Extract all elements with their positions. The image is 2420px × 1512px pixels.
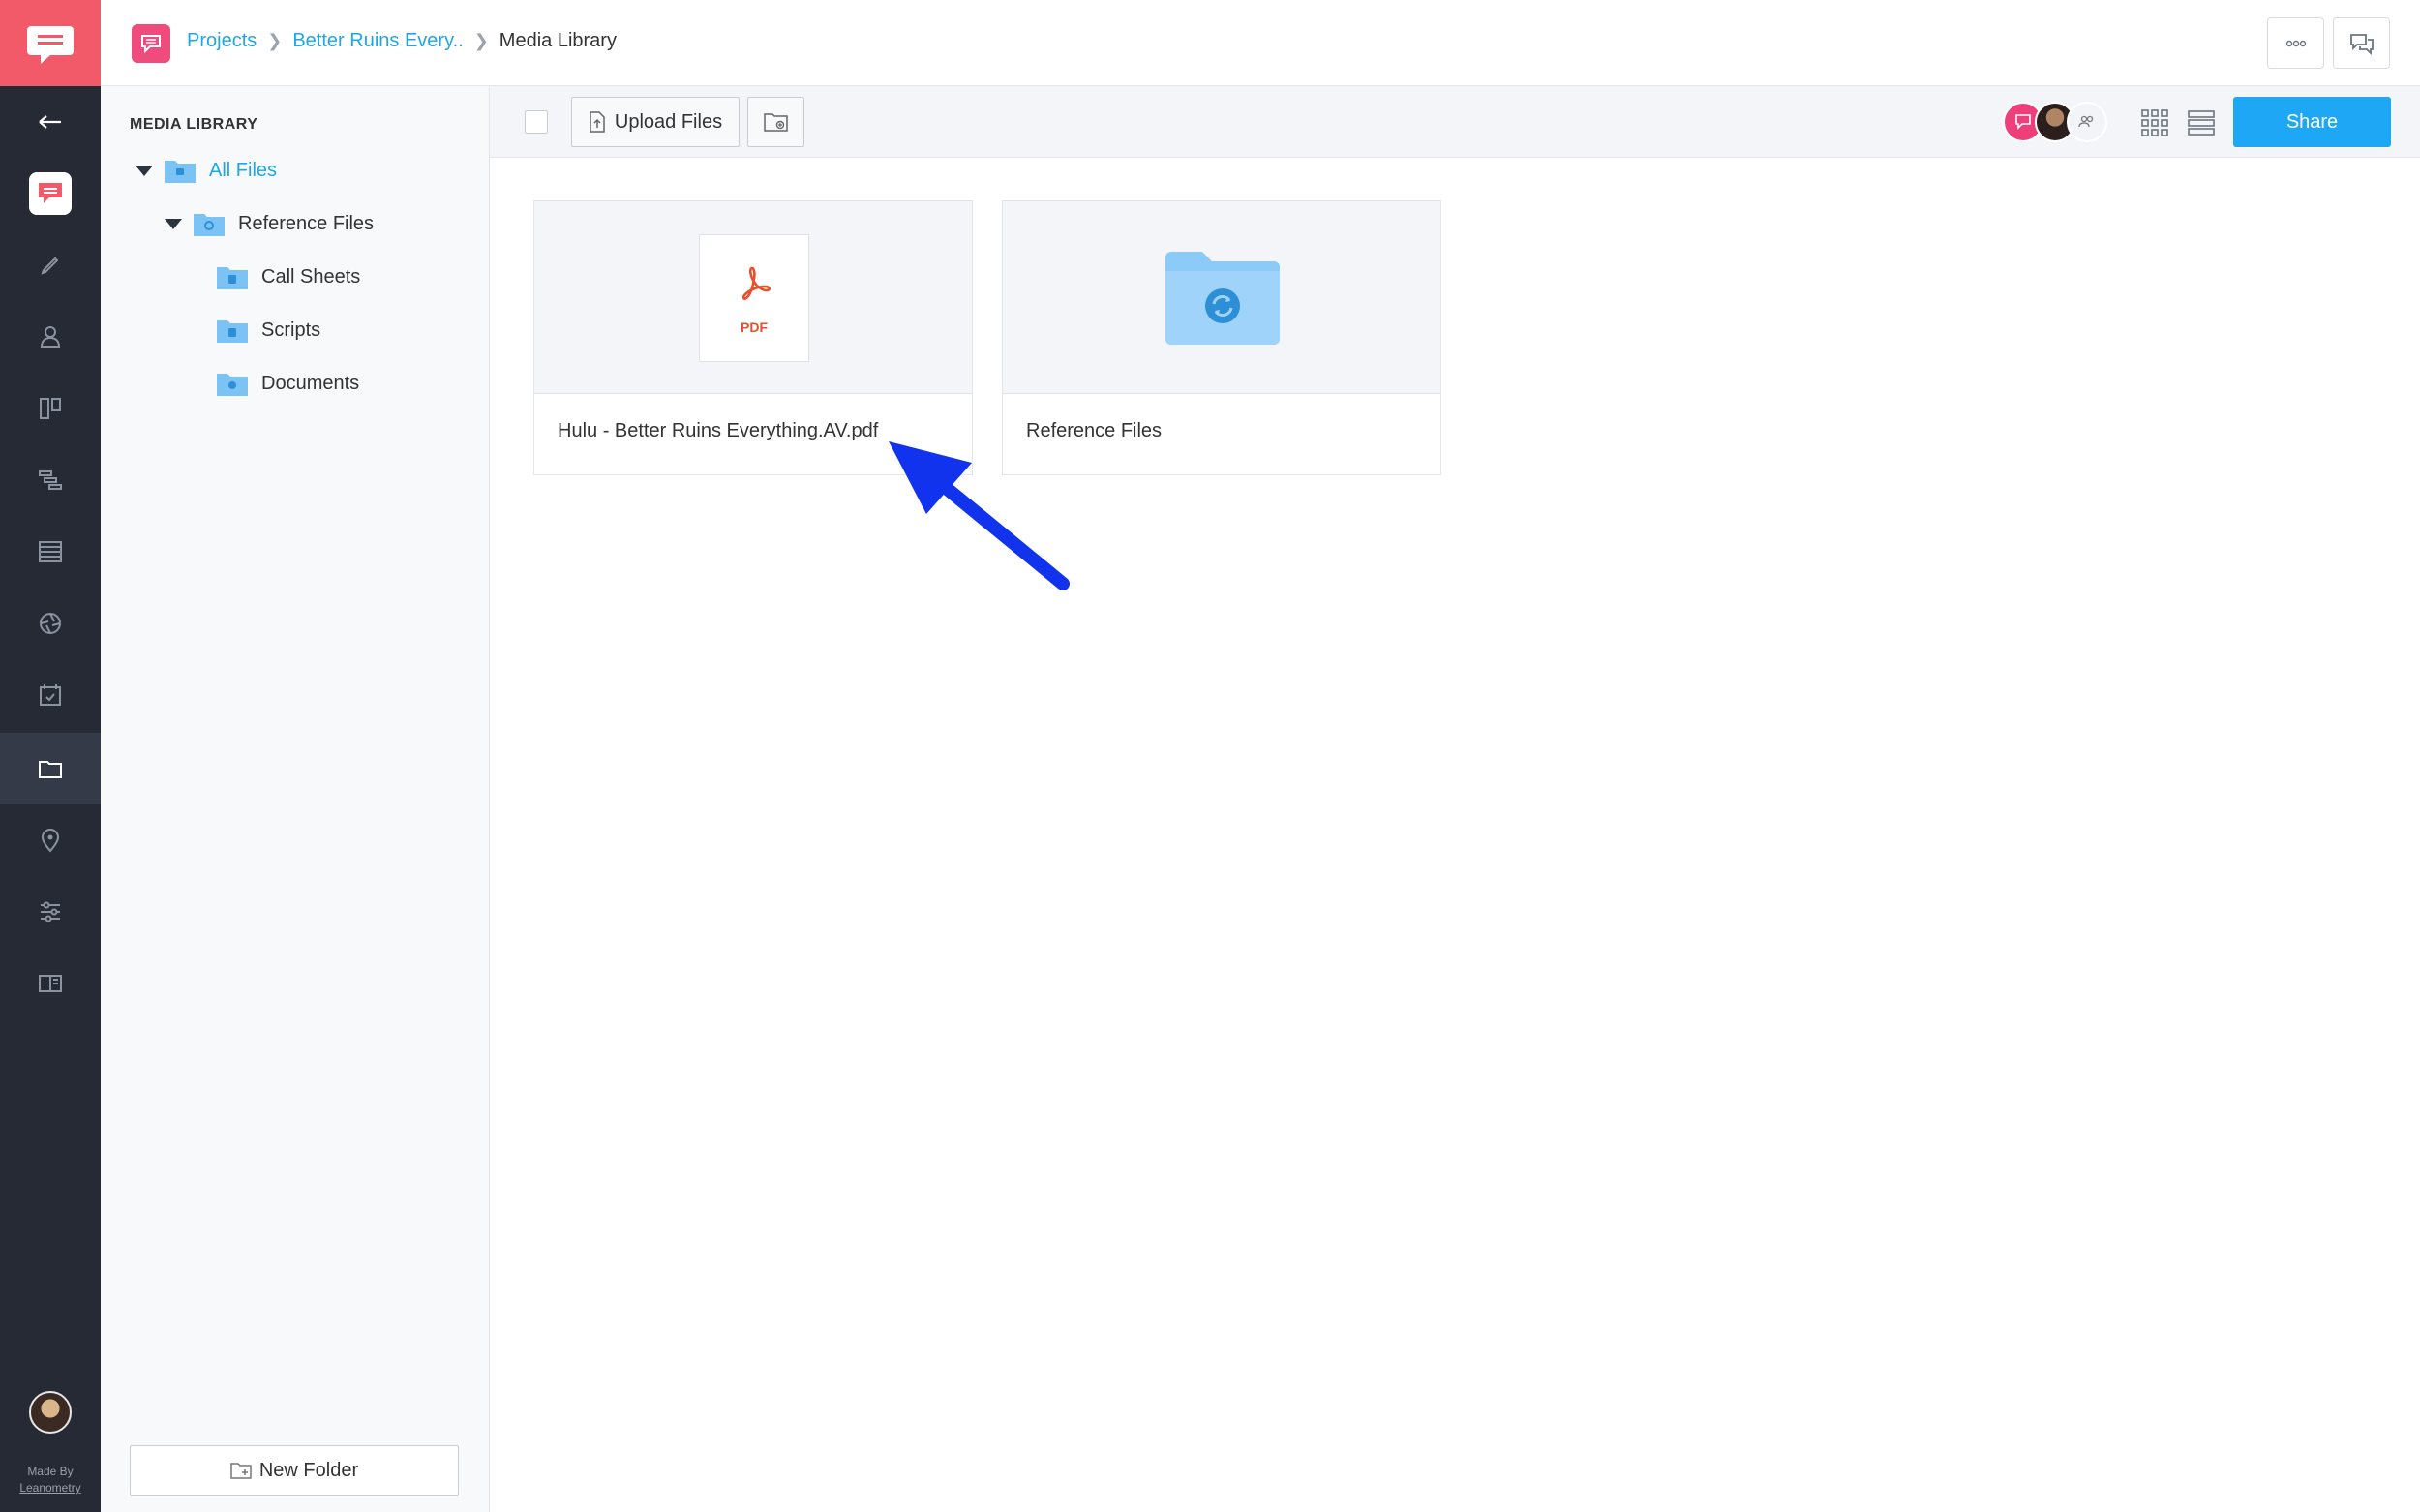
nav-board[interactable] [0,373,101,444]
new-folder-label: New Folder [258,1459,359,1481]
folder-plus-icon [230,1463,252,1479]
tree-item-label: Call Sheets [261,265,361,287]
nav-contacts[interactable] [0,301,101,373]
made-by-credit: Made By Leanometry [0,1464,101,1497]
tree-item-label: Scripts [261,318,321,341]
folder-name[interactable]: Reference Files [1026,420,1162,442]
made-by-label: Made By [27,1465,74,1478]
project-icon[interactable] [132,24,170,63]
tree-item-call-sheets[interactable]: Call Sheets [217,264,360,289]
timeline-icon [39,470,62,490]
nav-calendar[interactable] [0,659,101,731]
board-icon [40,398,61,419]
folder-icon [217,267,248,289]
folder-thumbnail [1003,201,1440,394]
users-icon [2078,115,2094,128]
location-pin-icon [41,829,60,853]
sidebar-title: MEDIA LIBRARY [130,116,258,133]
add-folder-button[interactable] [747,97,804,147]
collaborators-button[interactable] [2067,102,2107,142]
upload-files-button[interactable]: Upload Files [571,97,740,147]
tree-item-reference-files[interactable]: Reference Files [165,211,374,236]
folder-icon [217,320,248,343]
list-icon [39,541,62,562]
speech-bubble-logo-icon [27,25,74,64]
speech-bubble-icon [2015,114,2031,130]
tree-item-label: All Files [209,159,278,181]
breadcrumb-projects[interactable]: Projects [187,30,257,52]
upload-file-icon [590,111,605,133]
folder-icon [194,214,225,236]
nav-shotlist[interactable] [0,588,101,659]
back-button[interactable] [0,86,101,158]
folder-card-reference-files[interactable]: Reference Files [1002,200,1441,475]
project-home-button[interactable] [0,158,101,229]
folder-icon [39,761,62,778]
upload-files-label: Upload Files [614,110,723,133]
app-rail: Made By Leanometry [0,0,101,1512]
pdf-document: PDF [699,234,809,362]
user-avatar[interactable] [29,1391,72,1434]
select-all-checkbox[interactable] [525,110,548,134]
tree-item-label: Documents [261,372,360,394]
nav-stripboard[interactable] [0,516,101,588]
tree-item-label: Reference Files [238,212,375,234]
tree-item-documents[interactable]: Documents [217,371,359,396]
tree-item-all-files[interactable]: All Files [136,158,277,183]
content-toolbar: Upload Files Share [490,86,2420,158]
pdf-badge: PDF [741,319,768,335]
app-logo-icon [39,183,62,203]
pencil-icon [41,257,59,275]
folder-add-icon [763,113,788,132]
speech-bubble-icon [141,35,161,54]
folder-icon [217,374,248,396]
made-by-company-link[interactable]: Leanometry [0,1480,101,1497]
calendar-check-icon [40,684,61,706]
comments-button[interactable] [2333,17,2390,69]
nav-media-library[interactable] [0,733,101,804]
share-button[interactable]: Share [2233,97,2391,147]
aperture-icon [40,613,61,634]
script-book-icon [39,975,62,992]
back-arrow-icon [39,115,61,129]
breadcrumb: Projects ❯ Better Ruins Every.. ❯ Media … [187,30,617,52]
chat-bubbles-icon [2349,33,2374,55]
media-library-sidebar: MEDIA LIBRARY All Files Reference Files … [101,86,490,1512]
user-icon [40,326,61,348]
studiobinder-logo[interactable] [0,0,101,86]
ellipsis-icon [2285,40,2306,46]
top-bar: Projects ❯ Better Ruins Every.. ❯ Media … [101,0,2420,86]
nav-settings[interactable] [0,876,101,948]
new-folder-button[interactable]: New Folder [130,1445,459,1496]
chevron-right-icon: ❯ [473,31,489,50]
sliders-icon [41,901,60,922]
tree-item-scripts[interactable]: Scripts [217,318,320,343]
nav-locations[interactable] [0,804,101,876]
chevron-right-icon: ❯ [267,31,283,50]
nav-timeline[interactable] [0,444,101,516]
file-name[interactable]: Hulu - Better Ruins Everything.AV.pdf [558,420,878,442]
folder-icon [165,161,196,183]
grid-view-icon[interactable] [2140,108,2169,137]
breadcrumb-current: Media Library [499,30,617,51]
more-options-button[interactable] [2267,17,2324,69]
caret-down-icon[interactable] [165,218,182,229]
file-thumbnail: PDF [534,201,972,394]
breadcrumb-project[interactable]: Better Ruins Every.. [292,30,463,52]
file-card-pdf[interactable]: PDF Hulu - Better Ruins Everything.AV.pd… [533,200,973,475]
nav-script[interactable] [0,948,101,1019]
nav-write[interactable] [0,229,101,301]
adobe-pdf-icon [741,266,771,300]
shared-folder-icon [1165,252,1280,345]
list-view-icon[interactable] [2187,108,2216,137]
caret-down-icon[interactable] [136,165,153,176]
